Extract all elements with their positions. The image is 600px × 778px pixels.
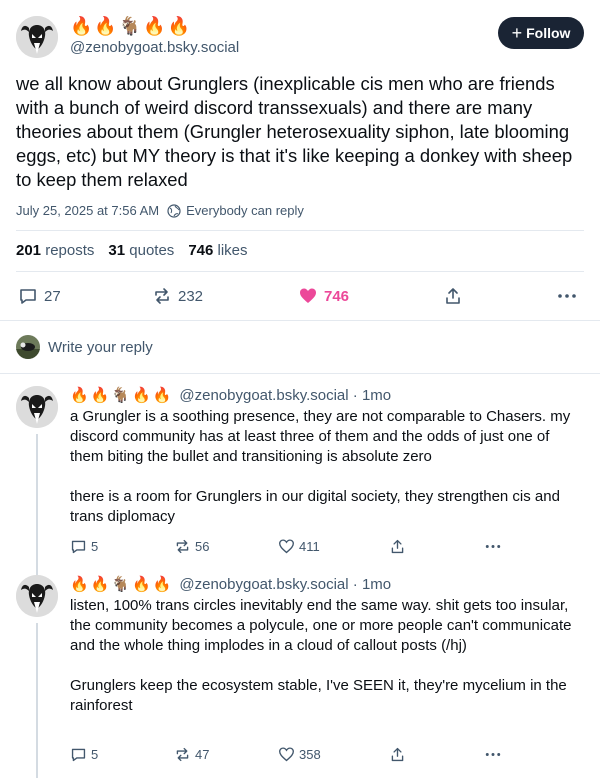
like-button[interactable]: 411 [278, 538, 320, 555]
more-options-button[interactable] [556, 286, 578, 306]
reply-count: 5 [91, 539, 99, 554]
follow-label: Follow [526, 25, 571, 41]
plus-icon: + [511, 23, 523, 43]
heart-icon [279, 747, 294, 762]
like-count: 411 [299, 539, 320, 554]
like-button[interactable]: 746 [298, 286, 349, 306]
reply-button[interactable]: 5 [70, 746, 98, 763]
reply-display-name[interactable]: 🔥🔥🐐🔥🔥 [70, 576, 173, 593]
reply-age[interactable]: · 1mo [353, 576, 391, 593]
reply-author-avatar[interactable] [16, 386, 58, 428]
share-button[interactable] [389, 746, 406, 763]
ellipsis-icon [485, 753, 501, 756]
reply-button[interactable]: 27 [18, 286, 61, 306]
reply-text: a Grungler is a soothing presence, they … [70, 408, 571, 525]
reply-composer[interactable]: Write your reply [0, 331, 600, 363]
likes-stat[interactable]: 746 likes [188, 242, 247, 259]
share-button[interactable] [443, 286, 463, 306]
quotes-stat[interactable]: 31 quotes [108, 242, 174, 259]
repost-icon [176, 747, 189, 762]
reply-post[interactable]: 🔥🔥🐐🔥🔥 @zenobygoat.bsky.social · 1mo liste… [0, 575, 600, 778]
like-count: 746 [324, 287, 350, 305]
reply-input[interactable]: Write your reply [48, 339, 153, 356]
goat-avatar-image [16, 386, 58, 428]
heart-icon [279, 539, 294, 554]
earth-icon [167, 203, 181, 218]
repost-icon [176, 539, 189, 554]
reply-post[interactable]: 🔥🔥🐐🔥🔥 @zenobygoat.bsky.social · 1mo a Gru… [0, 386, 600, 576]
repost-count: 232 [178, 287, 204, 305]
post-timestamp[interactable]: July 25, 2025 at 7:56 AM [16, 203, 159, 218]
user-avatar-image [16, 335, 40, 359]
post-stats: 201 reposts 31 quotes 746 likes [16, 242, 248, 259]
reply-age[interactable]: · 1mo [353, 387, 391, 404]
repost-button[interactable]: 232 [152, 286, 203, 306]
ellipsis-icon [558, 294, 576, 298]
repost-count: 56 [195, 539, 210, 554]
divider [0, 373, 600, 374]
post-meta: July 25, 2025 at 7:56 AM Everybody can r… [16, 203, 304, 218]
like-count: 358 [299, 747, 321, 762]
reply-icon [20, 289, 36, 304]
reply-handle[interactable]: @zenobygoat.bsky.social [179, 576, 348, 593]
share-icon [446, 288, 460, 304]
reply-header: 🔥🔥🐐🔥🔥 @zenobygoat.bsky.social · 1mo [70, 575, 391, 593]
reply-display-name[interactable]: 🔥🔥🐐🔥🔥 [70, 387, 173, 404]
more-options-button[interactable] [484, 746, 502, 763]
reply-text: listen, 100% trans circles inevitably en… [70, 597, 572, 714]
reply-icon [71, 540, 86, 554]
reply-count: 27 [44, 287, 61, 305]
share-icon [391, 747, 404, 762]
author-display-name[interactable]: 🔥🔥🐐🔥🔥 [70, 16, 192, 36]
author-handle[interactable]: @zenobygoat.bsky.social [70, 39, 239, 56]
reply-button[interactable]: 5 [70, 538, 98, 555]
divider [16, 230, 584, 231]
reposts-stat[interactable]: 201 reposts [16, 242, 94, 259]
like-button[interactable]: 358 [278, 746, 321, 763]
reply-settings[interactable]: Everybody can reply [167, 203, 304, 218]
repost-button[interactable]: 56 [174, 538, 209, 555]
goat-avatar-image [16, 575, 58, 617]
reply-actions: 5 47 358 [0, 746, 600, 764]
repost-count: 47 [195, 747, 210, 762]
more-options-button[interactable] [484, 538, 502, 555]
heart-filled-icon [300, 288, 316, 303]
divider [16, 271, 584, 272]
share-icon [391, 539, 404, 554]
author-avatar[interactable] [16, 16, 58, 58]
repost-icon [155, 288, 169, 304]
share-button[interactable] [389, 538, 406, 555]
post-actions: 27 232 746 [0, 284, 600, 308]
reply-author-avatar[interactable] [16, 575, 58, 617]
repost-button[interactable]: 47 [174, 746, 209, 763]
reply-count: 5 [91, 747, 99, 762]
divider [0, 320, 600, 321]
post-text: we all know about Grunglers (inexplicabl… [16, 73, 573, 190]
goat-avatar-image [16, 16, 58, 58]
follow-button[interactable]: + Follow [498, 17, 584, 49]
current-user-avatar [16, 335, 40, 359]
reply-header: 🔥🔥🐐🔥🔥 @zenobygoat.bsky.social · 1mo [70, 386, 391, 404]
reply-handle[interactable]: @zenobygoat.bsky.social [179, 387, 348, 404]
reply-settings-label: Everybody can reply [186, 203, 304, 218]
reply-icon [71, 748, 86, 762]
ellipsis-icon [485, 545, 501, 548]
reply-actions: 5 56 411 [0, 538, 600, 556]
